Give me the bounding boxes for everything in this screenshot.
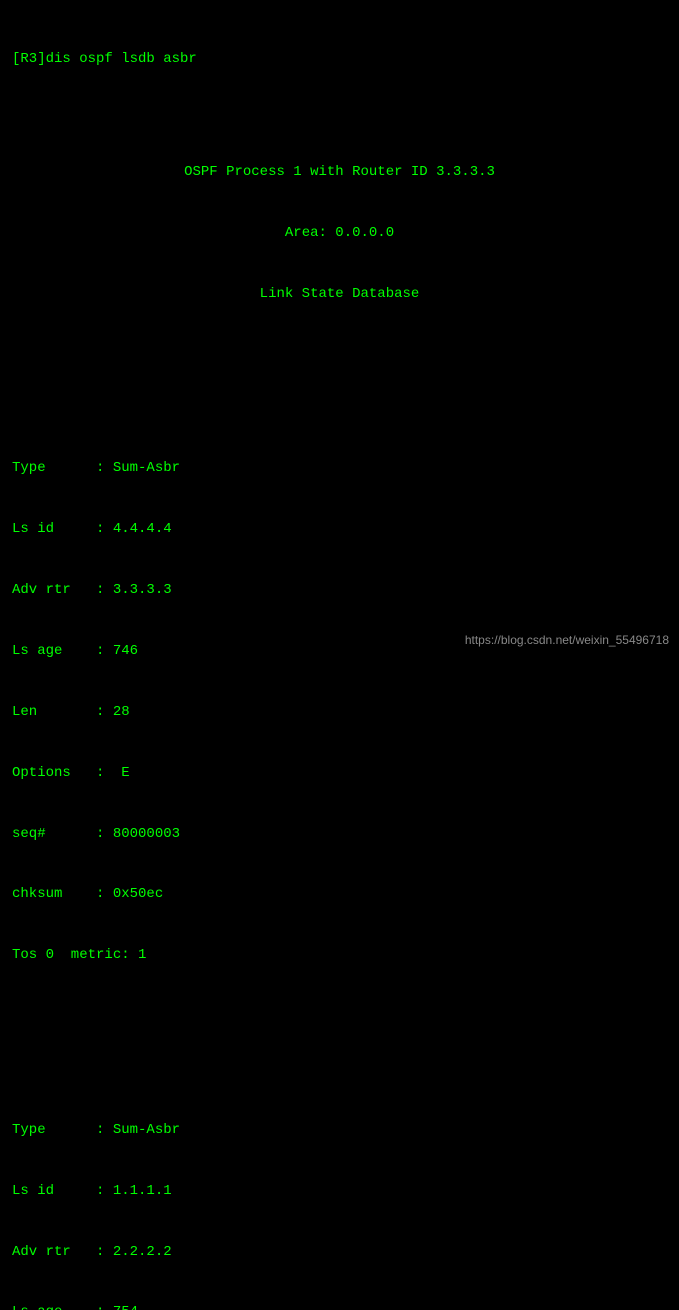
link-state-db-header: Link State Database	[12, 284, 667, 304]
entry2-ls-id-label: Ls id	[12, 1183, 96, 1199]
entry1-ls-age-label: Ls age	[12, 643, 96, 659]
entry1-type-label: Type	[12, 460, 96, 476]
entry2-type-label: Type	[12, 1122, 96, 1138]
entry1-ls-id: Ls id : 4.4.4.4	[12, 519, 667, 539]
entry1-len-label: Len	[12, 704, 96, 720]
ospf-process-header: OSPF Process 1 with Router ID 3.3.3.3	[12, 162, 667, 182]
entry1-seq-label: seq#	[12, 826, 96, 842]
entry1-options-label: Options	[12, 765, 96, 781]
entry2-adv-rtr-label: Adv rtr	[12, 1244, 96, 1260]
entry2-type: Type : Sum-Asbr	[12, 1120, 667, 1140]
entry-1: Type : Sum-Asbr Ls id : 4.4.4.4 Adv rtr …	[12, 418, 667, 1007]
entry1-options: Options : E	[12, 763, 667, 783]
terminal-window: [R3]dis ospf lsdb asbr OSPF Process 1 wi…	[12, 8, 667, 1310]
entry2-ls-age-label: Ls age	[12, 1304, 96, 1310]
entry1-ls-id-label: Ls id	[12, 521, 96, 537]
area1-header: Area: 0.0.0.0	[12, 223, 667, 243]
entry1-chksum-label: chksum	[12, 886, 96, 902]
entry2-ls-age: Ls age : 754	[12, 1302, 667, 1310]
entry2-ls-id: Ls id : 1.1.1.1	[12, 1181, 667, 1201]
command-line: [R3]dis ospf lsdb asbr	[12, 49, 667, 69]
entry1-adv-rtr-label: Adv rtr	[12, 582, 96, 598]
entry1-seq: seq# : 80000003	[12, 824, 667, 844]
entry2-adv-rtr: Adv rtr : 2.2.2.2	[12, 1242, 667, 1262]
entry1-chksum: chksum : 0x50ec	[12, 884, 667, 904]
entry-2: Type : Sum-Asbr Ls id : 1.1.1.1 Adv rtr …	[12, 1079, 667, 1310]
watermark: https://blog.csdn.net/weixin_55496718	[465, 633, 669, 647]
entry1-type: Type : Sum-Asbr	[12, 458, 667, 478]
entry1-adv-rtr: Adv rtr : 3.3.3.3	[12, 580, 667, 600]
entry1-tos: Tos 0 metric: 1	[12, 945, 667, 965]
entry1-len: Len : 28	[12, 702, 667, 722]
